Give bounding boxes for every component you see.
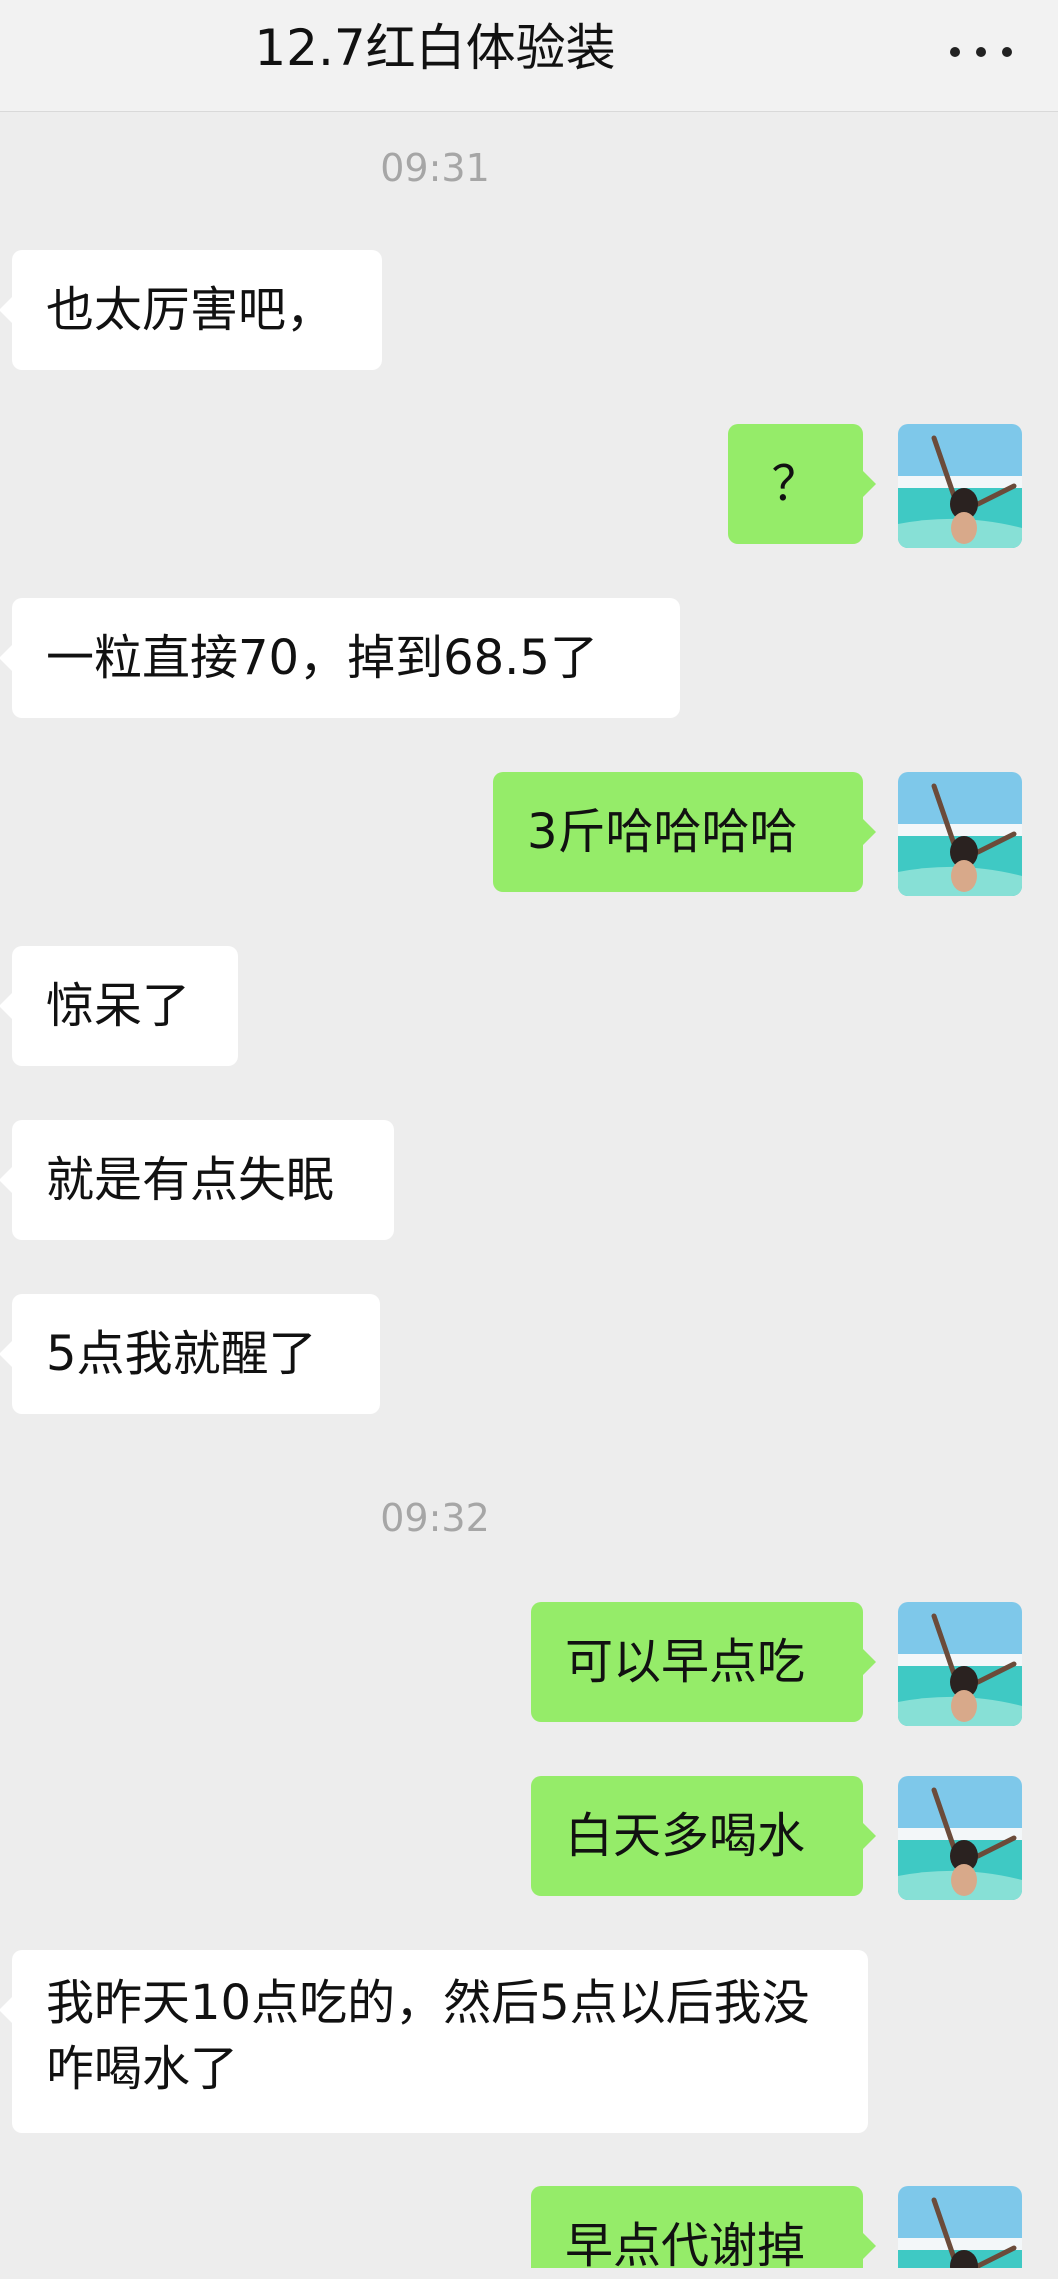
message-bubble-outgoing[interactable]: ？ [728,424,876,544]
chat-title: 12.7红白体验装 [254,19,616,77]
more-dots-icon[interactable] [950,34,1020,70]
beach-avatar-icon[interactable] [898,772,1022,896]
beach-avatar-icon[interactable] [898,2186,1022,2268]
message-bubble-incoming[interactable]: 我昨天10点吃的，然后5点以后我没咋喝水了 [0,1950,868,2133]
message-bubble-outgoing[interactable]: 可以早点吃 [531,1602,876,1722]
message-bubble-incoming[interactable]: 5点我就醒了 [0,1294,380,1414]
beach-avatar-icon[interactable] [898,424,1022,548]
timestamp: 09:31 [380,146,490,190]
message-bubble-outgoing[interactable]: 3斤哈哈哈哈 [493,772,876,892]
message-bubble-outgoing[interactable]: 白天多喝水 [531,1776,876,1896]
message-bubble-incoming[interactable]: 一粒直接70，掉到68.5了 [0,598,680,718]
beach-avatar-icon[interactable] [898,1602,1022,1726]
message-bubble-incoming[interactable]: 惊呆了 [0,946,238,1066]
message-bubble-incoming[interactable]: 也太厉害吧， [0,250,382,370]
timestamp: 09:32 [380,1496,490,1540]
beach-avatar-icon[interactable] [898,1776,1022,1900]
message-bubble-incoming[interactable]: 就是有点失眠 [0,1120,394,1240]
chat-header: 12.7红白体验装 [0,0,1058,112]
message-bubble-outgoing[interactable]: 早点代谢掉 [531,2186,876,2274]
